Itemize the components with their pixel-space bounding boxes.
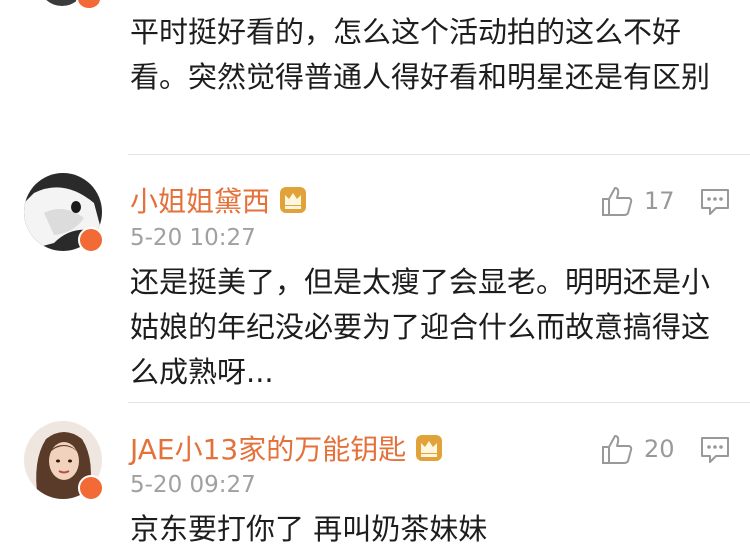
crown-icon bbox=[416, 435, 443, 461]
avatar[interactable] bbox=[24, 173, 104, 253]
username-label[interactable]: JAE小13家的万能钥匙 bbox=[130, 428, 406, 468]
divider bbox=[128, 402, 750, 403]
verified-badge-icon bbox=[78, 475, 104, 501]
comment-author[interactable]: JAE小13家的万能钥匙 bbox=[130, 428, 444, 468]
username-label[interactable]: 小姐姐黛西 bbox=[130, 180, 270, 220]
avatar[interactable] bbox=[24, 421, 104, 501]
comment-timestamp: 5-20 10:27 bbox=[130, 225, 256, 251]
comment-author[interactable]: 小姐姐黛西 bbox=[130, 180, 308, 220]
verified-badge-icon bbox=[78, 227, 104, 253]
comment-text: 还是挺美了，但是太瘦了会显老。明明还是小姑娘的年纪没必要为了迎合什么而故意搞得这… bbox=[130, 265, 711, 389]
like-count: 17 bbox=[644, 187, 675, 215]
comment-icon[interactable] bbox=[700, 188, 730, 216]
verified-badge-icon bbox=[76, 0, 102, 10]
comment-timestamp: 5-20 09:27 bbox=[130, 472, 256, 498]
comment-text: 平时挺好看的，怎么这个活动拍的这么不好看。突然觉得普通人得好看和明星还是有区别 bbox=[130, 15, 711, 94]
comment-icon[interactable] bbox=[700, 436, 730, 464]
crown-icon bbox=[280, 187, 307, 213]
thumbs-up-icon bbox=[602, 187, 633, 216]
like-button[interactable]: 17 bbox=[600, 185, 675, 217]
like-count: 20 bbox=[644, 435, 675, 463]
comment-text: 京东要打你了 再叫奶茶妹妹 bbox=[130, 512, 488, 546]
divider bbox=[128, 154, 750, 155]
like-button[interactable]: 20 bbox=[600, 433, 675, 465]
thumbs-up-icon bbox=[602, 435, 633, 464]
